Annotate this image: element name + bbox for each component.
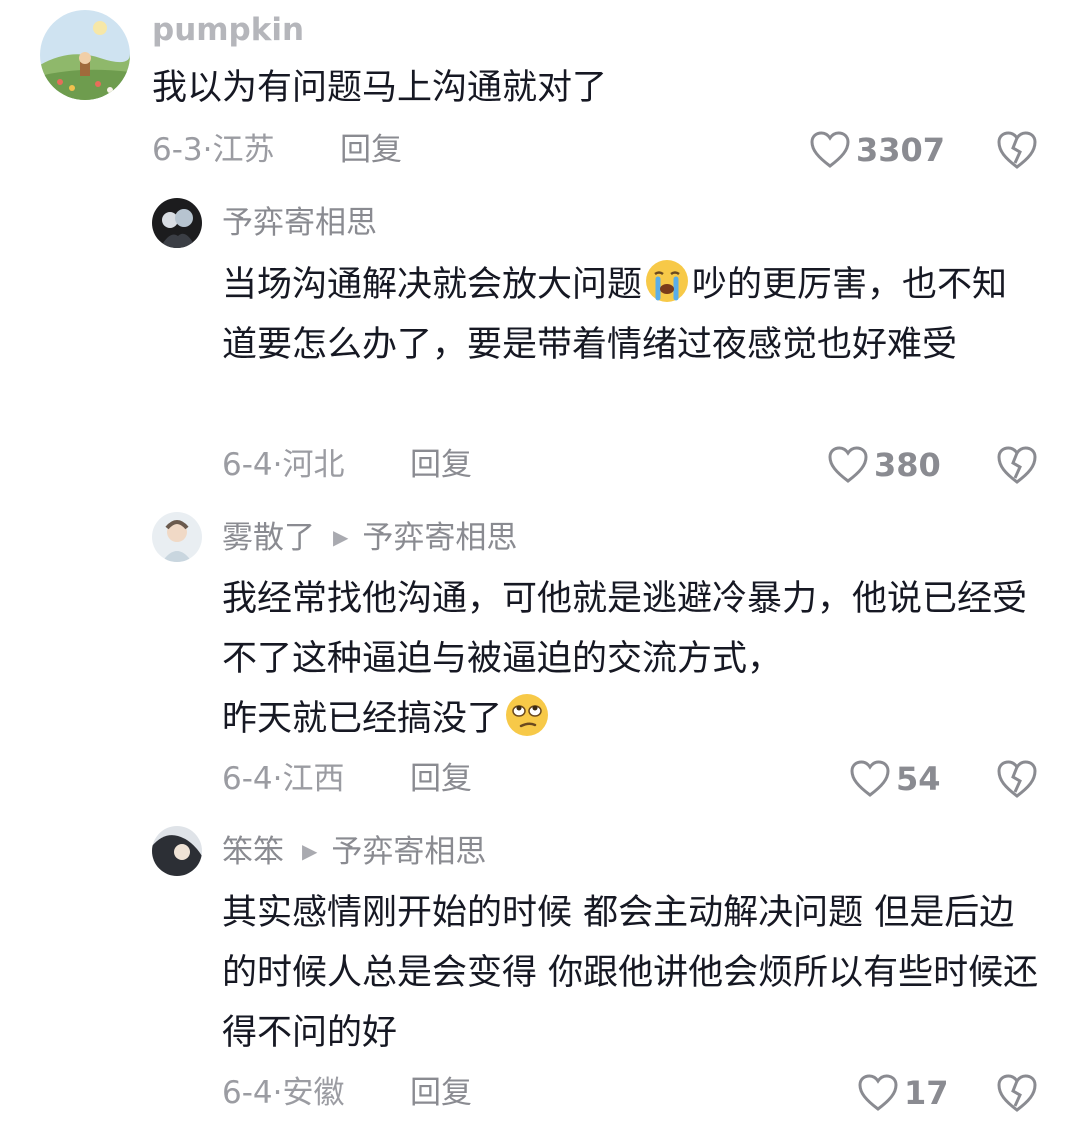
comment-username: 雾散了 ▶ 予弈寄相思 <box>222 517 517 558</box>
reply-button[interactable]: 回复 <box>410 759 472 799</box>
like-button[interactable]: 17 <box>858 1073 949 1113</box>
reply-button[interactable]: 回复 <box>410 1073 472 1113</box>
avatar[interactable] <box>40 10 130 100</box>
reply-button[interactable]: 回复 <box>410 445 472 485</box>
like-button[interactable]: 3307 <box>810 130 945 170</box>
comment-meta: 6-3·江苏 <box>152 132 275 168</box>
comment-username-author[interactable]: 雾散了 <box>222 520 315 556</box>
comment-text: 我经常找他沟通，可他就是逃避冷暴力，他说已经受不了这种逼迫与被逼迫的交流方式， … <box>222 579 1028 739</box>
heart-outline-icon <box>810 131 850 168</box>
like-button[interactable]: 54 <box>850 759 941 799</box>
comment-meta: 6-4·河北 <box>222 447 345 483</box>
broken-heart-icon[interactable] <box>996 1073 1038 1113</box>
face-with-rolling-eyes-icon <box>506 694 549 736</box>
comment-date: 6-4 <box>222 447 273 483</box>
comment-location: 安徽 <box>282 1075 345 1111</box>
avatar[interactable] <box>152 826 202 876</box>
broken-heart-icon[interactable] <box>996 130 1038 170</box>
comment-meta: 6-4·江西 <box>222 761 345 797</box>
comment-text: 我以为有问题马上沟通就对了 <box>152 68 608 108</box>
heart-outline-icon <box>828 446 868 483</box>
heart-outline-icon <box>850 760 890 797</box>
comment-date: 6-4 <box>222 1075 273 1111</box>
play-triangle-icon: ▶ <box>302 839 318 863</box>
comment-username[interactable]: 予弈寄相思 <box>222 203 377 243</box>
comment-username-author[interactable]: 笨笨 <box>222 834 284 870</box>
avatar[interactable] <box>152 512 202 562</box>
like-button[interactable]: 380 <box>828 445 941 485</box>
loudly-crying-face-icon <box>646 260 689 302</box>
comment-date: 6-4 <box>222 761 273 797</box>
like-count: 380 <box>874 446 941 484</box>
comment-text: 当场沟通解决就会放大问题 吵的更厉害，也不知道要怎么办了，要是带着情绪过夜感觉也… <box>222 255 1042 375</box>
comment-location: 江苏 <box>212 132 275 168</box>
comment-meta: 6-4·安徽 <box>222 1075 345 1111</box>
comment-username: 笨笨 ▶ 予弈寄相思 <box>222 831 486 872</box>
broken-heart-icon[interactable] <box>996 759 1038 799</box>
heart-outline-icon <box>858 1074 898 1111</box>
reply-button[interactable]: 回复 <box>340 130 402 170</box>
like-count: 3307 <box>856 131 946 169</box>
avatar[interactable] <box>152 198 202 248</box>
comment-text: 其实感情刚开始的时候 都会主动解决问题 但是后边的时候人总是会变得 你跟他讲他会… <box>222 893 1039 1053</box>
comment-username[interactable]: pumpkin <box>152 10 304 50</box>
like-count: 17 <box>904 1074 949 1112</box>
comment-date: 6-3 <box>152 132 203 168</box>
reply-to-username[interactable]: 予弈寄相思 <box>331 834 486 870</box>
play-triangle-icon: ▶ <box>333 525 349 549</box>
like-count: 54 <box>896 760 941 798</box>
comment-location: 江西 <box>282 761 345 797</box>
broken-heart-icon[interactable] <box>996 445 1038 485</box>
reply-to-username[interactable]: 予弈寄相思 <box>362 520 517 556</box>
comment-location: 河北 <box>282 447 345 483</box>
